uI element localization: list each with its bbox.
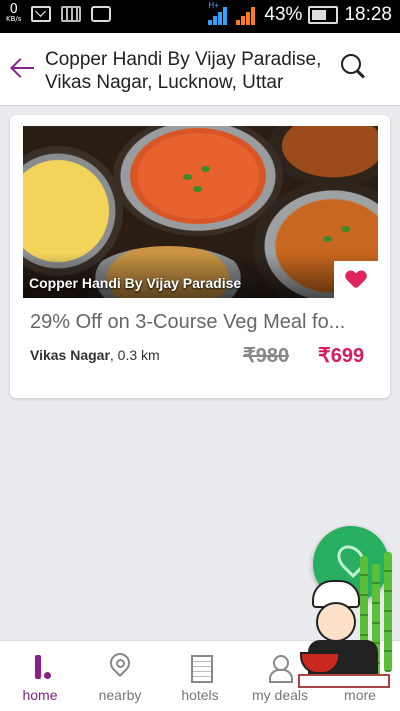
heart-icon: [346, 271, 366, 289]
app-bar: Copper Handi By Vijay Paradise, Vikas Na…: [0, 33, 400, 106]
mail-icon: [31, 5, 52, 22]
favorite-button[interactable]: [334, 261, 378, 298]
status-left: 0 KB/s: [6, 3, 112, 23]
clock: 18:28: [344, 4, 392, 25]
photo-caption: Copper Handi By Vijay Paradise: [29, 275, 242, 291]
location-name: Vikas Nagar: [30, 347, 110, 363]
nav-nearby[interactable]: nearby: [80, 641, 160, 711]
discounted-price: ₹699: [318, 345, 365, 367]
distance: , 0.3 km: [109, 347, 160, 363]
location-icon: [107, 653, 133, 681]
home-icon: [27, 653, 53, 681]
status-right: H+ 43% 18:28: [208, 1, 392, 26]
app-notification-icon: [61, 5, 82, 22]
nav-label: nearby: [98, 687, 142, 703]
battery-icon: [308, 6, 339, 24]
deals-icon: [267, 653, 293, 683]
page-title: Copper Handi By Vijay Paradise, Vikas Na…: [45, 49, 322, 93]
hotel-icon: [187, 653, 213, 683]
shopping-bag-icon: [91, 5, 112, 22]
deal-card[interactable]: Copper Handi By Vijay Paradise 29% Off o…: [10, 115, 390, 398]
search-icon[interactable]: [340, 53, 368, 81]
signal-icon: H+: [208, 1, 230, 25]
nav-home[interactable]: home: [0, 641, 80, 711]
chef-sticker-image: [298, 552, 400, 696]
nav-hotels[interactable]: hotels: [160, 641, 240, 711]
net-speed-unit: KB/s: [6, 15, 22, 23]
nav-label: hotels: [181, 687, 219, 703]
network-type-label: H+: [208, 1, 219, 10]
battery-percent: 43%: [264, 4, 303, 25]
status-bar: 0 KB/s H+ 43% 18:28: [0, 0, 400, 33]
signal-sim2-icon: [236, 5, 258, 25]
deal-title: 29% Off on 3-Course Veg Meal fo...: [30, 311, 346, 333]
original-price: ₹980: [243, 345, 290, 367]
network-speed: 0 KB/s: [6, 3, 22, 23]
arrow-left-icon[interactable]: [10, 57, 36, 79]
restaurant-photo: Copper Handi By Vijay Paradise: [23, 126, 378, 298]
nav-label: home: [22, 687, 58, 703]
deal-location: Vikas Nagar, 0.3 km: [30, 347, 160, 363]
